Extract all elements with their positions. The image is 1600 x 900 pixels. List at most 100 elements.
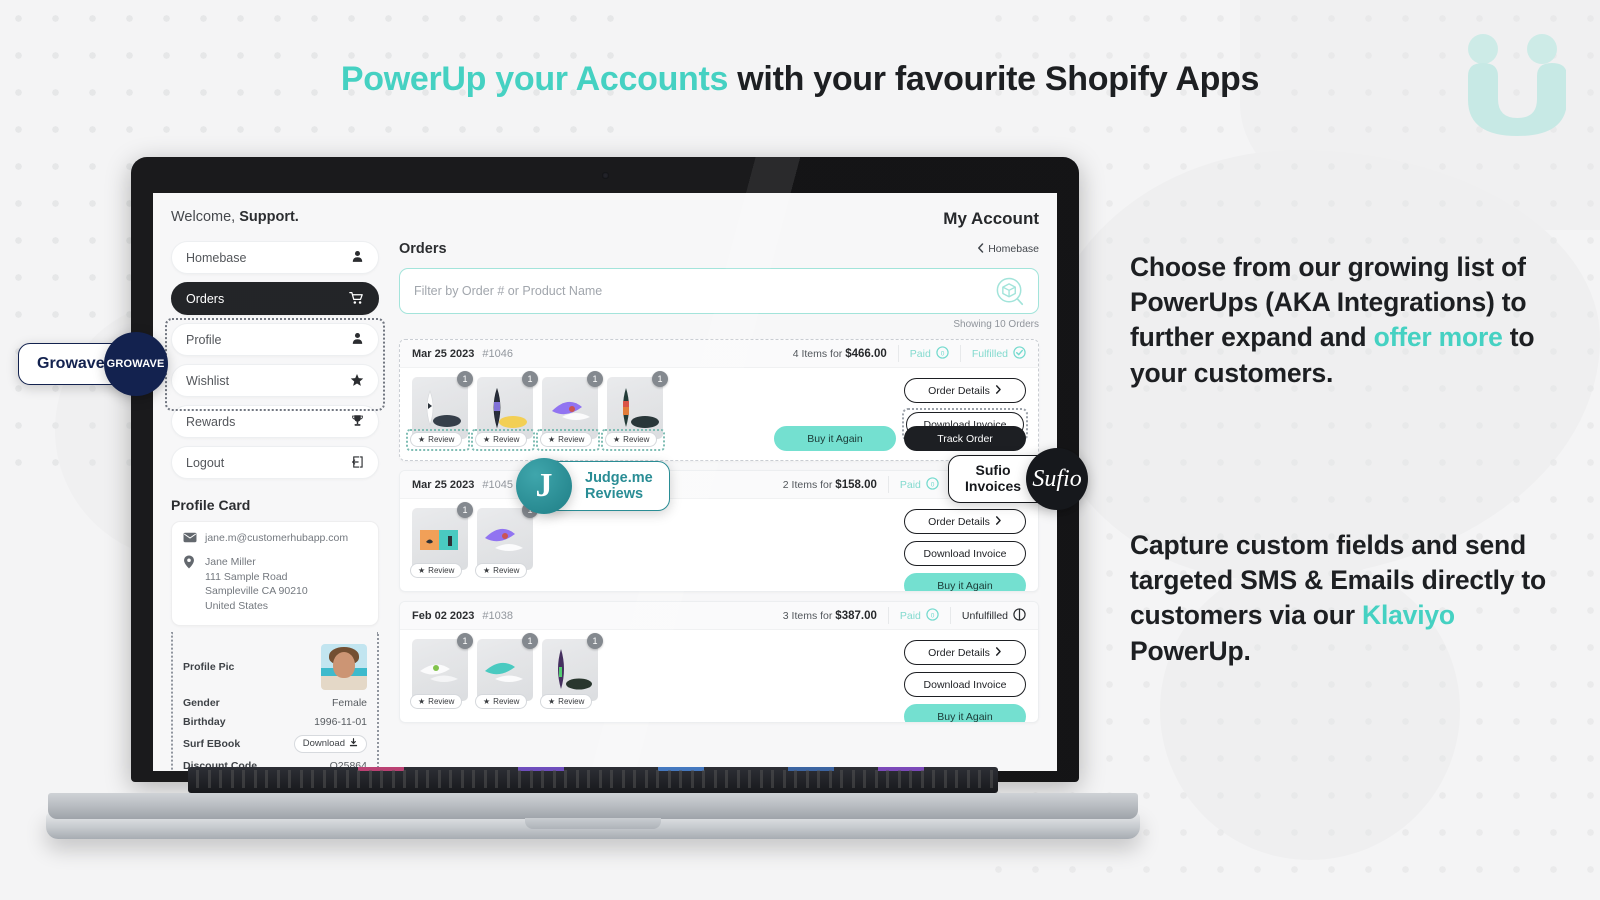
person-filled-icon xyxy=(351,250,364,265)
address-line: Sampleville CA 90210 xyxy=(205,585,308,598)
orders-title: Orders xyxy=(399,241,447,257)
review-label: Review xyxy=(493,697,520,706)
profile-field-row: Gender Female xyxy=(183,693,367,712)
address-line: Jane Miller xyxy=(205,556,256,569)
right-copy-block-1: Choose from our growing list of PowerUps… xyxy=(1130,250,1560,391)
item-quantity: 1 xyxy=(652,371,668,387)
star-icon: ★ xyxy=(418,566,426,575)
star-icon: ★ xyxy=(418,435,426,444)
item-quantity: 1 xyxy=(457,633,473,649)
review-label: Review xyxy=(428,697,455,706)
sufio-callout[interactable]: Sufio Invoices Sufio xyxy=(948,448,1089,510)
order-item-thumbnail[interactable]: 1 ★Review xyxy=(406,371,473,451)
sidebar-item-orders[interactable]: Orders xyxy=(171,282,379,315)
unfulfilled-icon xyxy=(1013,607,1026,624)
profile-address: Jane Miller 111 Sample Road Sampleville … xyxy=(205,555,308,613)
order-item-thumbnail[interactable]: 1 ★Review xyxy=(410,502,473,578)
paid-icon: 0 xyxy=(936,345,949,362)
review-button[interactable]: ★ Review xyxy=(475,432,528,447)
buy-it-again-label: Buy it Again xyxy=(807,432,863,445)
growave-callout[interactable]: Growave GROWAVE xyxy=(18,332,168,396)
sidebar-item-label: Homebase xyxy=(186,250,247,265)
buy-it-again-button[interactable]: Buy it Again xyxy=(904,573,1026,591)
judgeme-label-line1: Judge.me xyxy=(585,469,653,486)
chevron-right-icon xyxy=(995,646,1002,659)
sidebar-item-rewards[interactable]: Rewards xyxy=(171,405,379,438)
download-invoice-button[interactable]: Download Invoice xyxy=(904,672,1026,697)
review-label: Review xyxy=(623,435,650,444)
order-details-button[interactable]: Order Details xyxy=(904,640,1026,665)
sidebar-item-profile[interactable]: Profile xyxy=(171,323,379,356)
review-button[interactable]: ★ Review xyxy=(410,432,463,447)
judgeme-callout[interactable]: J Judge.me Reviews xyxy=(516,458,670,514)
order-item-thumbnail[interactable]: 1 ★Review xyxy=(475,633,538,709)
review-button[interactable]: ★ Review xyxy=(410,694,463,709)
profile-field-row: Profile Pic xyxy=(183,640,367,693)
sufio-logo-text: Sufio xyxy=(1032,465,1082,492)
download-invoice-label: Download Invoice xyxy=(923,547,1007,560)
order-total: 2 Items for $158.00 xyxy=(783,479,877,491)
review-label: Review xyxy=(428,566,455,575)
sidebar-item-label: Orders xyxy=(186,291,225,306)
order-item-thumbnail[interactable]: 1 ★Review xyxy=(540,633,603,709)
sidebar-item-logout[interactable]: Logout xyxy=(171,446,379,479)
cart-icon xyxy=(349,291,364,307)
trophy-icon xyxy=(351,414,364,429)
chevron-left-icon xyxy=(977,242,984,256)
order-item-thumbnail[interactable]: 1 ★Review xyxy=(601,371,668,451)
order-items-label: 3 Items for xyxy=(782,609,836,622)
download-invoice-label: Download Invoice xyxy=(923,678,1007,691)
orders-panel: Orders Homebase Filter by Order # or Pro… xyxy=(399,241,1039,771)
review-button[interactable]: ★ Review xyxy=(410,563,463,578)
payment-status-label: Paid xyxy=(899,478,921,491)
back-link-label: Homebase xyxy=(988,243,1039,255)
profile-field-label: Profile Pic xyxy=(183,660,235,673)
laptop-notch xyxy=(525,818,661,829)
copy2-part-a: Capture custom fields and send targeted … xyxy=(1130,530,1547,631)
my-account-title: My Account xyxy=(943,209,1039,228)
profile-email: jane.m@customerhubapp.com xyxy=(205,532,349,544)
back-to-homebase-link[interactable]: Homebase xyxy=(977,242,1039,256)
track-order-label: Track Order xyxy=(937,432,993,445)
paid-icon: 0 xyxy=(926,476,939,493)
buy-it-again-button[interactable]: Buy it Again xyxy=(774,426,896,451)
download-ebook-button[interactable]: Download xyxy=(293,734,367,753)
order-item-thumbnail[interactable]: 1 ★Review xyxy=(475,502,538,578)
payment-status-label: Paid xyxy=(909,347,931,360)
judgeme-logo: J xyxy=(516,458,572,514)
review-button[interactable]: ★ Review xyxy=(540,432,593,447)
fulfillment-status-label: Unfulfilled xyxy=(961,609,1008,622)
order-details-button[interactable]: Order Details xyxy=(904,378,1026,403)
order-header: Feb 02 2023 #1038 3 Items for $387.00 Pa… xyxy=(400,602,1038,630)
order-item-thumbnail[interactable]: 1 ★Review xyxy=(410,633,473,709)
order-actions: Order Details Download Invoice xyxy=(904,640,1026,722)
order-number: #1038 xyxy=(482,609,513,622)
buy-it-again-button[interactable]: Buy it Again xyxy=(904,704,1026,722)
paid-icon: 0 xyxy=(926,607,939,624)
svg-text:0: 0 xyxy=(941,350,945,357)
package-search-icon[interactable] xyxy=(994,276,1026,313)
order-search-field[interactable]: Filter by Order # or Product Name xyxy=(399,268,1039,314)
item-quantity: 1 xyxy=(457,371,473,387)
review-button[interactable]: ★ Review xyxy=(475,694,528,709)
sufio-label-line1: Sufio xyxy=(975,462,1011,479)
item-quantity: 1 xyxy=(457,502,473,518)
order-details-button[interactable]: Order Details xyxy=(904,509,1026,534)
review-button[interactable]: ★ Review xyxy=(605,432,658,447)
review-button[interactable]: ★ Review xyxy=(540,694,593,709)
review-button[interactable]: ★ Review xyxy=(475,563,528,578)
sidebar-item-label: Profile xyxy=(186,332,222,347)
headline-rest: with your favourite Shopify Apps xyxy=(728,60,1260,98)
payment-status-badge: Paid 0 xyxy=(900,607,939,624)
copy1-accent: offer more xyxy=(1373,322,1503,353)
review-label: Review xyxy=(558,435,585,444)
download-invoice-button[interactable]: Download Invoice xyxy=(904,541,1026,566)
order-header: Mar 25 2023 #1046 4 Items for $466.00 Pa… xyxy=(400,340,1038,368)
order-items-label: 2 Items for xyxy=(782,478,836,491)
sidebar-item-wishlist[interactable]: Wishlist xyxy=(171,364,379,397)
order-item-thumbnail[interactable]: 1 ★Review xyxy=(536,371,603,451)
profile-custom-fields: Profile Pic Gender Female Birthday 1996-… xyxy=(171,632,379,771)
sidebar-item-homebase[interactable]: Homebase xyxy=(171,241,379,274)
order-date: Feb 02 2023 xyxy=(412,609,475,622)
order-item-thumbnail[interactable]: 1 ★Review xyxy=(471,371,538,451)
